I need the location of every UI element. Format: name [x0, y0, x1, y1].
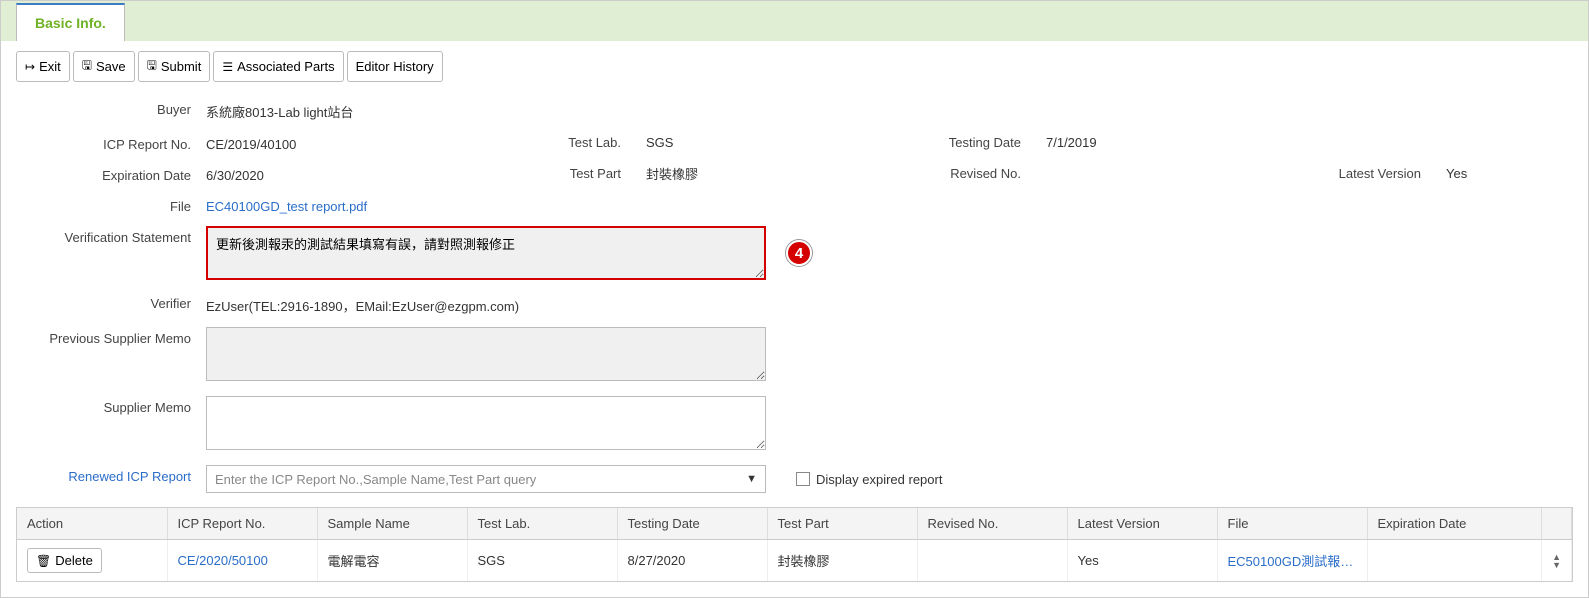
- chevron-down-icon: ▼: [746, 473, 757, 485]
- list-icon: ☰: [222, 60, 233, 74]
- exit-label: Exit: [39, 59, 61, 74]
- label-test-part: Test Part: [526, 166, 646, 181]
- row-revised-no: [917, 540, 1067, 582]
- th-action: Action: [17, 508, 167, 540]
- row-test-lab: SGS: [467, 540, 617, 582]
- label-testing-date: Testing Date: [926, 135, 1046, 150]
- toolbar: ↦ Exit 🖫 Save 🖫 Submit ☰ Associated Part…: [1, 41, 1588, 92]
- label-buyer: Buyer: [16, 98, 206, 117]
- value-verifier: EzUser(TEL:2916-1890，EMail:EzUser@ezgpm.…: [206, 292, 1573, 315]
- annotation-badge-4: 4: [786, 240, 812, 266]
- label-icp-report-no: ICP Report No.: [16, 133, 206, 152]
- save-label: Save: [96, 59, 126, 74]
- label-file: File: [16, 195, 206, 214]
- renewed-icp-report-link[interactable]: Renewed ICP Report: [68, 469, 191, 484]
- exit-button[interactable]: ↦ Exit: [16, 51, 70, 82]
- row-sample-name: 電解電容: [317, 540, 467, 582]
- label-supplier-memo: Supplier Memo: [16, 396, 206, 415]
- delete-button[interactable]: 🗑 Delete: [27, 548, 102, 573]
- value-testing-date: 7/1/2019: [1046, 135, 1097, 150]
- row-file-link[interactable]: EC50100GD測試報…: [1228, 554, 1354, 569]
- label-latest-version: Latest Version: [1326, 166, 1446, 181]
- icp-report-combo[interactable]: Enter the ICP Report No.,Sample Name,Tes…: [206, 465, 766, 493]
- th-test-lab: Test Lab.: [467, 508, 617, 540]
- associated-parts-label: Associated Parts: [237, 59, 335, 74]
- combo-placeholder: Enter the ICP Report No.,Sample Name,Tes…: [215, 472, 536, 487]
- display-expired-checkbox[interactable]: [796, 472, 810, 486]
- tab-bar: Basic Info.: [1, 1, 1588, 41]
- editor-history-label: Editor History: [356, 59, 434, 74]
- th-test-part: Test Part: [767, 508, 917, 540]
- label-previous-supplier-memo: Previous Supplier Memo: [16, 327, 206, 346]
- label-expiration-date: Expiration Date: [16, 164, 206, 183]
- row-test-part: 封裝橡膠: [767, 540, 917, 582]
- results-table: Action ICP Report No. Sample Name Test L…: [17, 508, 1572, 581]
- trash-icon: 🗑: [36, 554, 51, 568]
- exit-icon: ↦: [25, 60, 35, 74]
- row-testing-date: 8/27/2020: [617, 540, 767, 582]
- submit-button[interactable]: 🖫 Submit: [138, 51, 211, 82]
- value-test-part: 封裝橡膠: [646, 164, 698, 183]
- row-latest-version: Yes: [1067, 540, 1217, 582]
- submit-icon: 🖫: [147, 56, 157, 77]
- delete-label: Delete: [55, 553, 93, 568]
- supplier-memo-textarea[interactable]: [206, 396, 766, 450]
- th-revised-no: Revised No.: [917, 508, 1067, 540]
- file-link[interactable]: EC40100GD_test report.pdf: [206, 199, 367, 214]
- label-verification-statement: Verification Statement: [16, 226, 206, 245]
- row-expiration-date: [1367, 540, 1542, 582]
- th-latest-version: Latest Version: [1067, 508, 1217, 540]
- value-icp-report-no: CE/2019/40100: [206, 133, 526, 152]
- th-file: File: [1217, 508, 1367, 540]
- verification-statement-textarea[interactable]: [206, 226, 766, 280]
- th-expiration-date: Expiration Date: [1367, 508, 1542, 540]
- submit-label: Submit: [161, 59, 201, 74]
- th-icp-report-no: ICP Report No.: [167, 508, 317, 540]
- value-test-lab: SGS: [646, 135, 673, 150]
- save-icon: 🖫: [82, 56, 92, 77]
- label-verifier: Verifier: [16, 292, 206, 311]
- value-latest-version: Yes: [1446, 166, 1467, 181]
- value-expiration-date: 6/30/2020: [206, 164, 526, 183]
- scroll-down-icon[interactable]: ▼: [1552, 561, 1561, 569]
- table-row: 🗑 Delete CE/2020/50100 電解電容 SGS 8/27/202…: [17, 540, 1572, 582]
- previous-supplier-memo-textarea[interactable]: [206, 327, 766, 381]
- value-buyer: 系統廠8013-Lab light站台: [206, 98, 1573, 121]
- tab-basic-info[interactable]: Basic Info.: [16, 3, 125, 41]
- th-sample-name: Sample Name: [317, 508, 467, 540]
- associated-parts-button[interactable]: ☰ Associated Parts: [213, 51, 343, 82]
- label-revised-no: Revised No.: [926, 166, 1046, 181]
- display-expired-label: Display expired report: [816, 472, 942, 487]
- row-icp-link[interactable]: CE/2020/50100: [178, 553, 268, 568]
- th-testing-date: Testing Date: [617, 508, 767, 540]
- save-button[interactable]: 🖫 Save: [73, 51, 135, 82]
- label-test-lab: Test Lab.: [526, 135, 646, 150]
- editor-history-button[interactable]: Editor History: [347, 51, 443, 82]
